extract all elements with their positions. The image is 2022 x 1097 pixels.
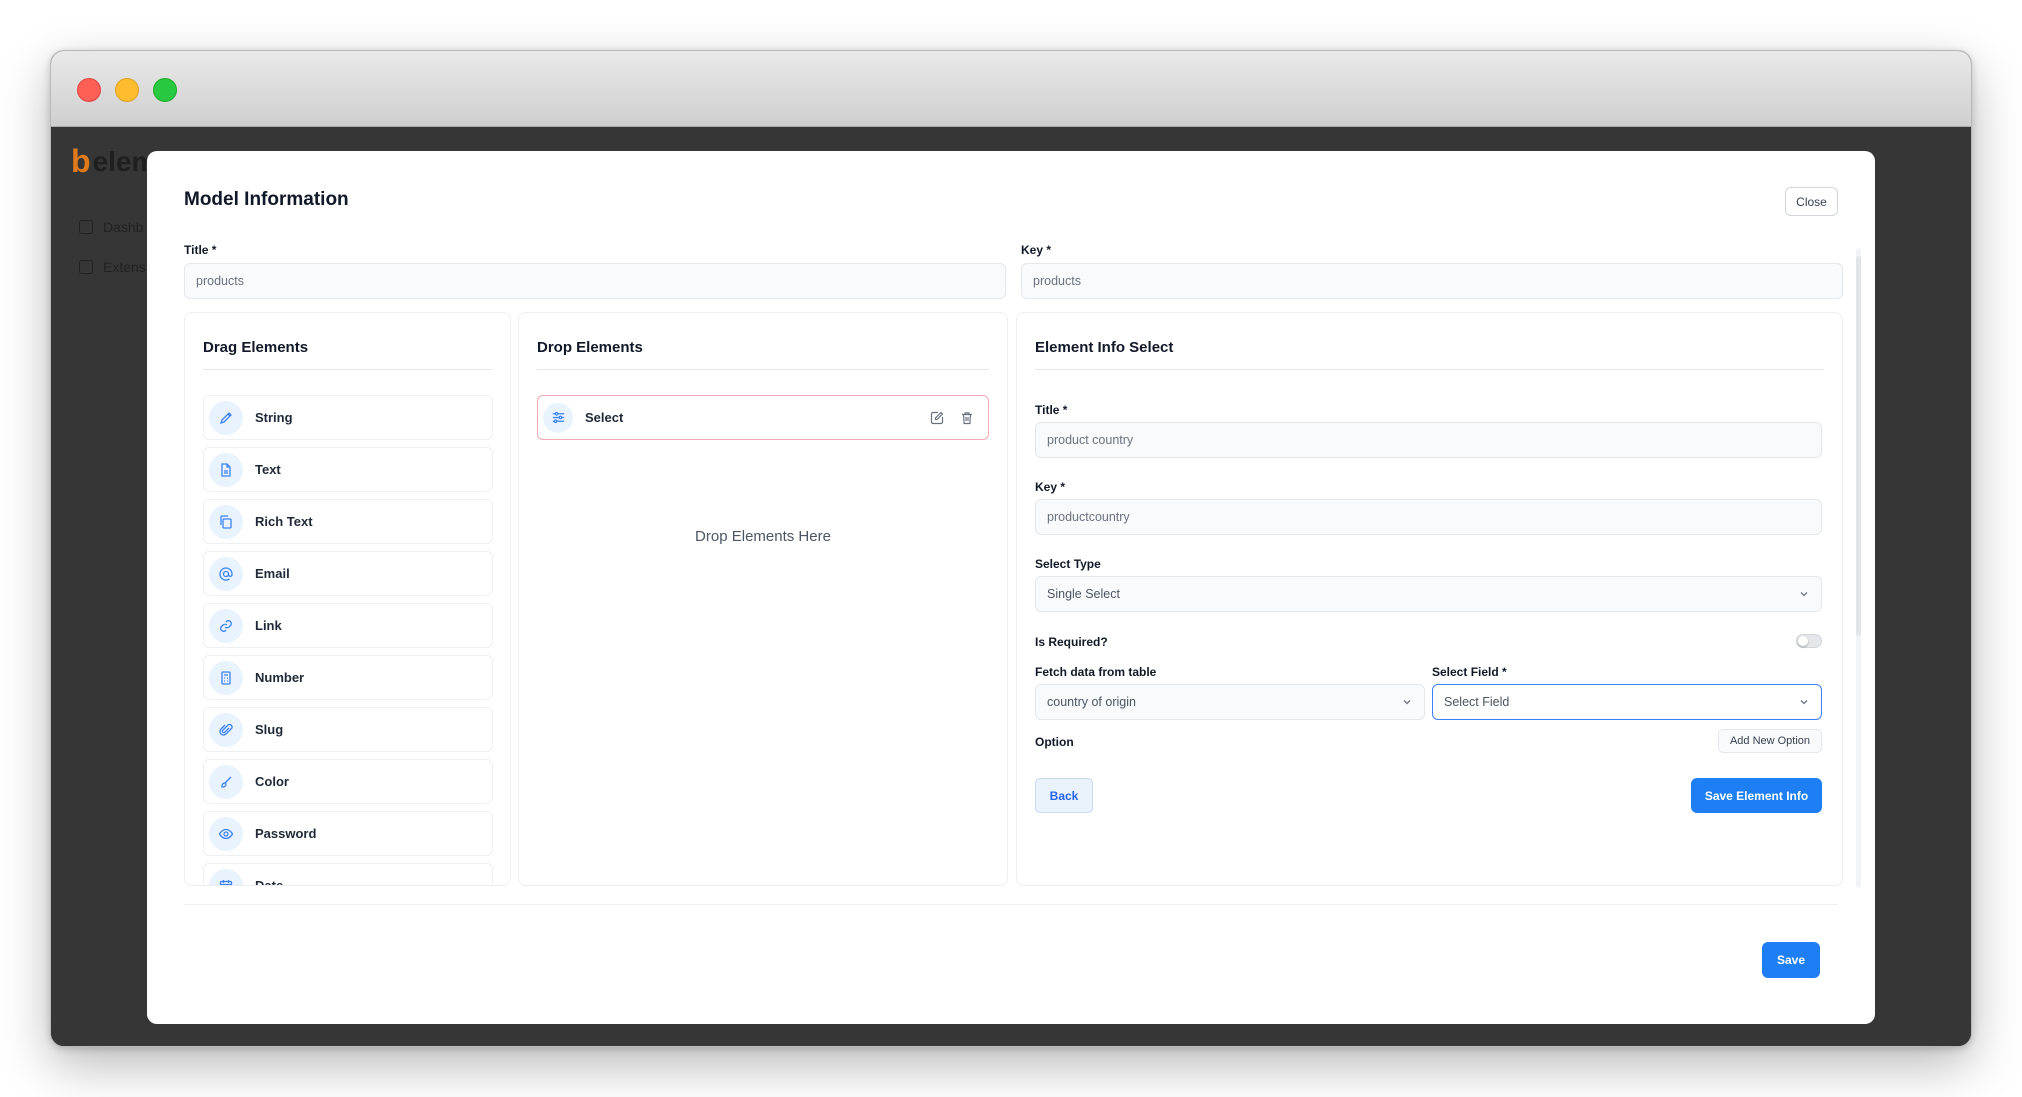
select-field-value: Select Field (1444, 695, 1510, 709)
modal-scrollbar[interactable] (1856, 248, 1861, 888)
drag-item-slug[interactable]: Slug (203, 707, 493, 752)
divider (1035, 369, 1824, 370)
brush-icon (209, 764, 243, 799)
drag-item-label: String (255, 410, 293, 425)
drag-item-text[interactable]: Text (203, 447, 493, 492)
select-field-label: Select Field * (1432, 665, 1507, 679)
window-maximize-dot[interactable] (153, 78, 177, 102)
app-logo: b elem (71, 143, 156, 180)
title-input[interactable] (184, 263, 1006, 299)
dropped-item-select[interactable]: Select (537, 395, 989, 440)
close-button[interactable]: Close (1785, 187, 1838, 216)
drag-item-label: Slug (255, 722, 284, 737)
drag-item-label: Email (255, 566, 290, 581)
scrollbar-thumb[interactable] (1856, 256, 1861, 636)
drag-item-email[interactable]: Email (203, 551, 493, 596)
extensions-icon (79, 260, 93, 274)
save-button[interactable]: Save (1762, 942, 1820, 978)
info-panel-title: Element Info Select (1035, 339, 1174, 356)
save-element-info-button[interactable]: Save Element Info (1691, 778, 1822, 813)
element-info-panel: Element Info Select Title * Key * Select… (1016, 312, 1843, 886)
dashboard-icon (79, 220, 93, 234)
back-button[interactable]: Back (1035, 778, 1093, 813)
key-input[interactable] (1021, 263, 1843, 299)
divider (537, 369, 989, 370)
drag-item-rich-text[interactable]: Rich Text (203, 499, 493, 544)
drop-hint: Drop Elements Here (695, 528, 831, 545)
title-label: Title * (184, 243, 217, 257)
select-type-dropdown[interactable]: Single Select (1035, 576, 1822, 612)
nav-item-extensions[interactable]: Extens (79, 259, 146, 275)
paperclip-icon (209, 712, 243, 747)
chevron-down-icon (1800, 700, 1808, 705)
nav-item-dashboard[interactable]: Dashb (79, 219, 143, 235)
drag-item-label: Number (255, 670, 305, 685)
chevron-down-icon (1800, 592, 1808, 597)
drag-item-label: Date (255, 878, 284, 886)
nav-item-label: Extens (103, 259, 146, 275)
fetch-table-value: country of origin (1047, 695, 1136, 709)
calculator-icon (209, 660, 243, 695)
footer-divider (184, 904, 1838, 905)
window-close-dot[interactable] (77, 78, 101, 102)
drag-item-label: Password (255, 826, 317, 841)
option-label: Option (1035, 735, 1074, 749)
copy-icon (209, 504, 243, 539)
add-new-option-button[interactable]: Add New Option (1718, 729, 1822, 753)
divider (203, 369, 492, 370)
element-title-label: Title * (1035, 403, 1068, 417)
select-type-label: Select Type (1035, 557, 1101, 571)
nav-item-label: Dashb (103, 219, 144, 235)
drag-item-password[interactable]: Password (203, 811, 493, 856)
drop-panel-title: Drop Elements (537, 339, 643, 356)
trash-icon[interactable] (952, 403, 982, 433)
drag-item-label: Link (255, 618, 282, 633)
eye-icon (209, 816, 243, 851)
select-field-dropdown[interactable]: Select Field (1432, 684, 1822, 720)
drag-item-color[interactable]: Color (203, 759, 493, 804)
fetch-table-dropdown[interactable]: country of origin (1035, 684, 1425, 720)
chevron-down-icon (1403, 700, 1411, 705)
pencil-icon (209, 400, 243, 435)
drag-item-number[interactable]: Number (203, 655, 493, 700)
drag-item-label: Rich Text (255, 514, 313, 529)
link-icon (209, 608, 243, 643)
element-key-input[interactable] (1035, 499, 1822, 535)
dropped-item-label: Select (585, 410, 624, 425)
drag-item-label: Text (255, 462, 281, 477)
model-information-modal: Model Information Close Title * Key * Dr… (147, 151, 1875, 1024)
element-key-label: Key * (1035, 480, 1066, 494)
drag-item-date[interactable]: Date (203, 863, 493, 886)
drag-item-string[interactable]: String (203, 395, 493, 440)
modal-title: Model Information (184, 189, 349, 210)
select-type-value: Single Select (1047, 587, 1120, 601)
key-label: Key * (1021, 243, 1052, 257)
document-icon (209, 452, 243, 487)
element-title-input[interactable] (1035, 422, 1822, 458)
is-required-toggle[interactable] (1796, 634, 1822, 648)
drop-elements-panel[interactable]: Drop Elements Select Drop Elements Here (518, 312, 1008, 886)
drag-item-link[interactable]: Link (203, 603, 493, 648)
drag-elements-panel: Drag Elements String Text Rich Text Emai… (184, 312, 511, 886)
at-icon (209, 556, 243, 591)
is-required-label: Is Required? (1035, 635, 1108, 649)
toggle-knob (1798, 636, 1808, 646)
drag-item-label: Color (255, 774, 289, 789)
fetch-table-label: Fetch data from table (1035, 665, 1157, 679)
window-titlebar (51, 51, 1971, 127)
sliders-icon (543, 402, 573, 433)
calendar-icon (209, 868, 243, 885)
window-minimize-dot[interactable] (115, 78, 139, 102)
logo-mark-icon: b (71, 143, 91, 179)
drag-panel-title: Drag Elements (203, 339, 309, 356)
edit-icon[interactable] (922, 403, 952, 433)
